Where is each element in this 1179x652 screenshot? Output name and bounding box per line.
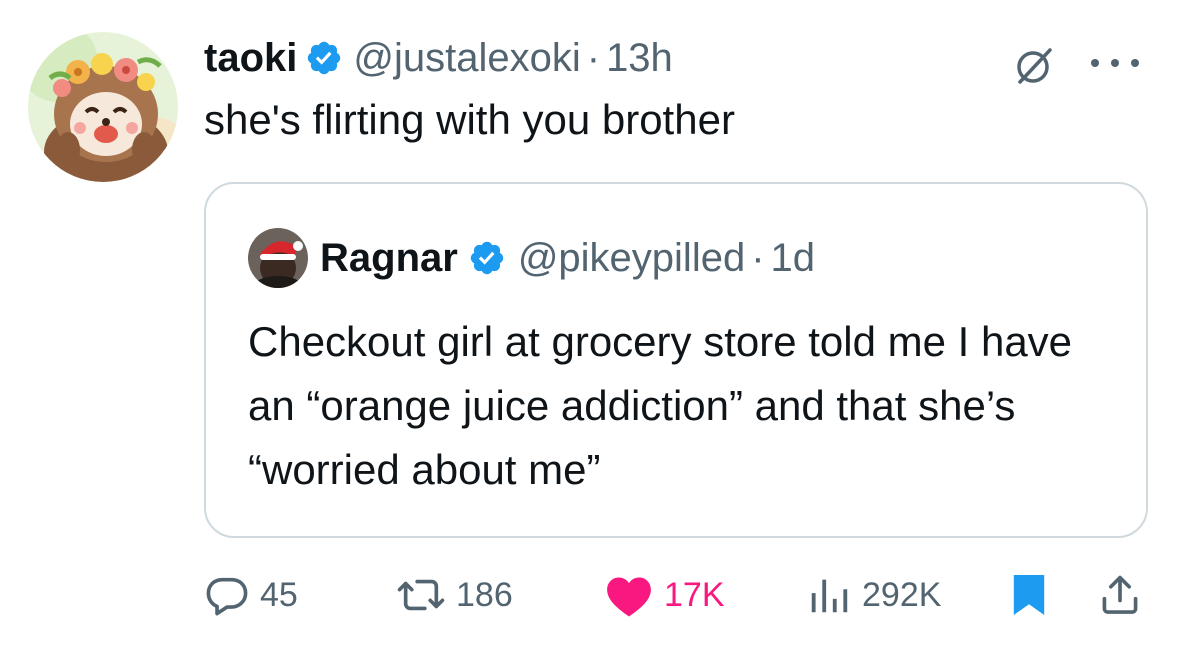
repost-icon [397, 579, 445, 611]
quoted-author-handle[interactable]: @pikeypilled [518, 236, 745, 281]
separator-dot: · [751, 235, 765, 280]
more-options-icon[interactable] [1086, 52, 1144, 74]
reply-button[interactable]: 45 [204, 560, 298, 630]
heart-icon [607, 577, 651, 617]
quoted-author-avatar-image [248, 228, 308, 288]
quoted-tweet-header: Ragnar @pikeypilled · 1d [320, 230, 815, 286]
repost-count: 186 [456, 575, 513, 614]
bookmark-button[interactable] [1010, 560, 1048, 630]
views-count: 292K [862, 575, 942, 614]
tweet-text: she's flirting with you brother [204, 96, 735, 143]
quoted-tweet-card[interactable]: Ragnar @pikeypilled · 1d Checkout girl a… [204, 182, 1148, 538]
author-name[interactable]: taoki [204, 36, 297, 81]
reply-icon [206, 577, 248, 616]
views-button[interactable]: 292K [806, 560, 941, 630]
quoted-author-name[interactable]: Ragnar [320, 236, 458, 281]
author-avatar[interactable] [28, 32, 178, 182]
author-avatar-image [28, 32, 178, 182]
like-button[interactable]: 17K [604, 560, 725, 630]
tweet-header: taoki @justalexoki · 13h [204, 30, 673, 86]
action-bar: 45 186 17K 292K [0, 560, 1179, 630]
tweet-timestamp[interactable]: 13h [606, 36, 673, 81]
quoted-author-avatar[interactable] [248, 228, 308, 288]
quoted-tweet-text: Checkout girl at grocery store told me I… [248, 318, 1073, 493]
share-button[interactable] [1098, 560, 1142, 630]
separator-dot: · [586, 35, 601, 80]
verified-badge-icon[interactable] [305, 39, 343, 77]
like-count: 17K [664, 575, 725, 614]
author-handle[interactable]: @justalexoki [353, 36, 580, 81]
grok-icon[interactable] [1012, 44, 1056, 88]
share-icon [1102, 575, 1138, 614]
reply-count: 45 [260, 575, 298, 614]
repost-button[interactable]: 186 [396, 560, 513, 630]
views-chart-icon [811, 579, 848, 613]
quoted-tweet-timestamp[interactable]: 1d [771, 236, 816, 281]
bookmark-icon [1013, 575, 1045, 615]
verified-badge-icon[interactable] [468, 239, 506, 277]
